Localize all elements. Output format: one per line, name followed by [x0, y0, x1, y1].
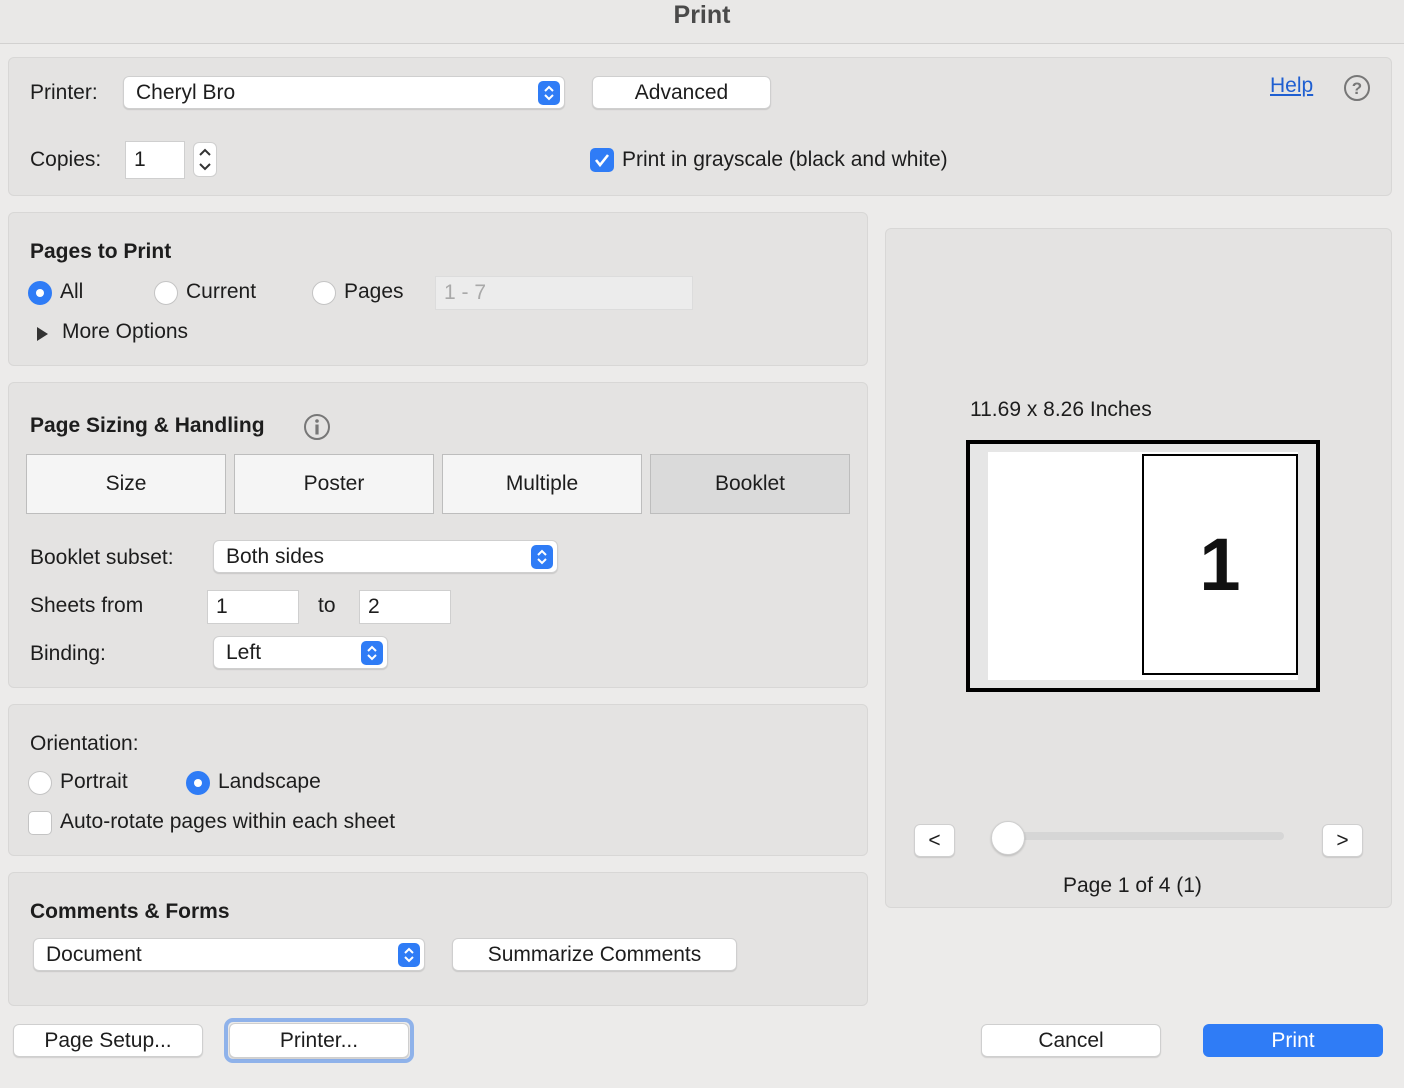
- binding-label: Binding:: [30, 642, 106, 665]
- comments-forms-select[interactable]: Document: [33, 938, 425, 971]
- booklet-subset-value: Both sides: [226, 544, 325, 568]
- binding-select[interactable]: Left: [213, 636, 388, 669]
- pages-range-radio[interactable]: [312, 281, 336, 305]
- stepper-arrows-icon: [199, 148, 211, 171]
- summarize-comments-label: Summarize Comments: [487, 942, 702, 966]
- chevron-up-down-icon: [531, 544, 553, 569]
- help-icon[interactable]: ?: [1343, 74, 1371, 102]
- preview-slider-track[interactable]: [1008, 832, 1284, 840]
- booklet-subset-label: Booklet subset:: [30, 546, 174, 569]
- chevron-up-down-icon: [538, 80, 560, 105]
- portrait-label: Portrait: [60, 770, 128, 793]
- grayscale-checkbox[interactable]: [590, 148, 614, 172]
- page-setup-button[interactable]: Page Setup...: [13, 1024, 203, 1057]
- page-setup-label: Page Setup...: [44, 1028, 172, 1052]
- advanced-button-label: Advanced: [634, 80, 729, 104]
- tab-size[interactable]: Size: [26, 454, 226, 514]
- copies-stepper[interactable]: [193, 142, 217, 177]
- printer-button-label: Printer...: [279, 1028, 359, 1052]
- preview-next-button[interactable]: >: [1322, 824, 1363, 857]
- tab-booklet-label: Booklet: [714, 472, 786, 495]
- pages-range-input[interactable]: 1 - 7: [435, 276, 693, 310]
- summarize-comments-button[interactable]: Summarize Comments: [452, 938, 737, 971]
- copies-label: Copies:: [30, 148, 102, 171]
- sheets-from-label: Sheets from: [30, 594, 144, 617]
- sheets-to-input[interactable]: 2: [359, 590, 451, 624]
- checkmark-icon: [594, 154, 610, 168]
- page-sizing-heading: Page Sizing & Handling: [30, 414, 265, 437]
- preview-page-status: Page 1 of 4 (1): [1063, 874, 1202, 897]
- window-titlebar: Print: [0, 0, 1404, 44]
- preview-next-label: >: [1336, 828, 1349, 852]
- pages-current-radio[interactable]: [154, 281, 178, 305]
- binding-value: Left: [226, 640, 262, 664]
- tab-poster-label: Poster: [303, 472, 365, 495]
- more-options-label[interactable]: More Options: [62, 320, 188, 344]
- sheets-to-label: to: [318, 594, 336, 617]
- copies-input[interactable]: 1: [125, 141, 185, 179]
- pages-current-label: Current: [186, 280, 257, 303]
- chevron-up-down-icon: [398, 942, 420, 967]
- grayscale-label: Print in grayscale (black and white): [622, 148, 948, 171]
- pages-range-label: Pages: [344, 280, 404, 303]
- cancel-button[interactable]: Cancel: [981, 1024, 1161, 1057]
- disclosure-triangle-icon[interactable]: [36, 324, 50, 341]
- pages-to-print-heading: Pages to Print: [30, 240, 172, 263]
- tab-booklet[interactable]: Booklet: [650, 454, 850, 514]
- window-title: Print: [673, 1, 731, 29]
- landscape-label: Landscape: [218, 770, 321, 793]
- print-button-label: Print: [1271, 1028, 1315, 1052]
- printer-select-value: Cheryl Bro: [136, 80, 236, 104]
- pages-all-label: All: [60, 280, 84, 303]
- sheets-to-value: 2: [368, 595, 380, 618]
- svg-text:?: ?: [1352, 79, 1362, 98]
- autorotate-label: Auto-rotate pages within each sheet: [60, 810, 396, 833]
- sheets-from-input[interactable]: 1: [207, 590, 299, 624]
- tab-poster[interactable]: Poster: [234, 454, 434, 514]
- preview-sheet: 1: [966, 440, 1320, 692]
- advanced-button[interactable]: Advanced: [592, 76, 771, 109]
- preview-prev-label: <: [928, 828, 941, 852]
- preview-size-text: 11.69 x 8.26 Inches: [970, 398, 1152, 421]
- printer-select[interactable]: Cheryl Bro: [123, 76, 565, 109]
- info-icon[interactable]: [303, 413, 331, 441]
- preview-page-number: 1: [1199, 523, 1241, 606]
- printer-button[interactable]: Printer...: [229, 1023, 409, 1058]
- portrait-radio[interactable]: [28, 771, 52, 795]
- tab-multiple-label: Multiple: [505, 472, 579, 495]
- comments-forms-heading: Comments & Forms: [30, 900, 230, 923]
- autorotate-checkbox[interactable]: [28, 811, 52, 835]
- landscape-radio[interactable]: [186, 771, 210, 795]
- preview-page-frame: 1: [1142, 454, 1298, 675]
- print-button[interactable]: Print: [1203, 1024, 1383, 1057]
- sheets-from-value: 1: [216, 595, 228, 618]
- orientation-heading: Orientation:: [30, 732, 139, 755]
- preview-prev-button[interactable]: <: [914, 824, 955, 857]
- pages-range-placeholder: 1 - 7: [444, 281, 487, 304]
- booklet-subset-select[interactable]: Both sides: [213, 540, 558, 573]
- cancel-button-label: Cancel: [1038, 1028, 1104, 1052]
- pages-all-radio[interactable]: [28, 281, 52, 305]
- comments-forms-value: Document: [46, 942, 142, 966]
- tab-multiple[interactable]: Multiple: [442, 454, 642, 514]
- chevron-up-down-icon: [361, 640, 383, 665]
- help-link[interactable]: Help: [1270, 74, 1313, 98]
- copies-value: 1: [134, 148, 146, 171]
- printer-label: Printer:: [30, 81, 98, 104]
- preview-slider-thumb[interactable]: [991, 821, 1025, 855]
- tab-size-label: Size: [105, 472, 147, 495]
